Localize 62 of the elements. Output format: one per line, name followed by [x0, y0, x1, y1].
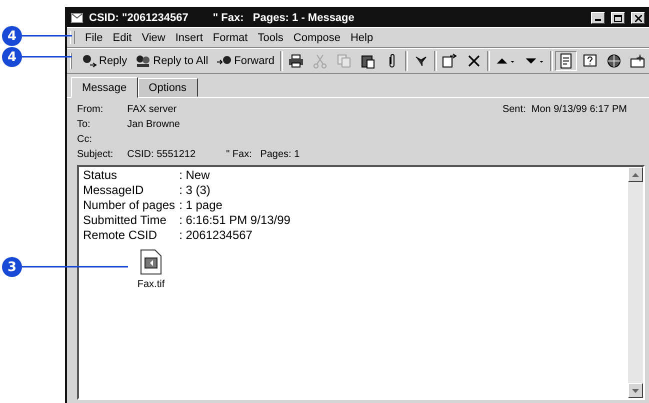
sent-date: Sent: Mon 9/13/99 6:17 PM — [502, 104, 627, 115]
printer-icon — [288, 53, 304, 69]
property-name: Remote CSID — [83, 228, 158, 243]
minimize-button[interactable] — [591, 12, 605, 24]
callout-badge: 4 — [2, 47, 22, 67]
tab[interactable]: Message — [71, 77, 138, 98]
toolbar-button[interactable]: Forward — [213, 51, 278, 71]
down-arrow-icon — [632, 388, 639, 392]
leader-line — [22, 35, 72, 37]
property-name: Submitted Time — [83, 213, 168, 228]
envelope-star-icon — [630, 53, 646, 69]
tab[interactable]: Options — [138, 78, 198, 97]
scroll-down-button[interactable] — [628, 383, 643, 398]
maximize-icon — [614, 14, 622, 22]
leader-line — [22, 56, 72, 58]
property-value: : New — [179, 168, 211, 183]
globe-icon — [606, 53, 622, 69]
toolbar-button[interactable] — [554, 51, 576, 71]
up-arrow-icon — [632, 172, 639, 176]
subject-text: CSID: 5551212 " Fax: Pages: 1 — [127, 149, 301, 160]
menu-item[interactable]: Edit — [108, 30, 136, 44]
toolbar-button[interactable]: Reply to All — [132, 51, 212, 71]
callout-badge: 4 — [2, 26, 22, 46]
document-icon — [558, 53, 574, 69]
property-value: : 6:16:51 PM 9/13/99 — [179, 213, 290, 228]
window-title: CSID: "2061234567 " Fax: Pages: 1 - Message — [89, 12, 356, 24]
callout-badge: 3 — [2, 257, 22, 277]
person-arrow-icon — [81, 53, 97, 69]
people-icon — [135, 53, 152, 69]
menu-item[interactable]: File — [81, 30, 107, 44]
help-icon — [582, 53, 598, 69]
file-icon[interactable] — [140, 249, 162, 275]
close-button[interactable] — [631, 12, 645, 24]
field-label: From: — [77, 104, 104, 115]
scissors-icon — [312, 53, 328, 69]
sender-name: FAX server — [127, 104, 178, 115]
scroll-up-button[interactable] — [628, 167, 643, 182]
menu-item[interactable]: Help — [346, 30, 378, 44]
property-value: : 1 page — [179, 198, 224, 213]
menu-item[interactable]: Format — [208, 30, 252, 44]
close-icon — [634, 14, 642, 22]
menu-item[interactable]: Tools — [254, 30, 288, 44]
property-name: MessageID — [83, 183, 145, 198]
property-name: Status — [83, 168, 118, 183]
file-name: Fax.tif — [137, 279, 165, 290]
folder-arrow-icon — [442, 53, 458, 69]
envelope-icon — [71, 13, 83, 23]
property-value: : 3 (3) — [179, 183, 212, 198]
delete-icon — [466, 53, 482, 69]
menu-item[interactable]: Compose — [289, 30, 344, 44]
field-label: To: — [77, 119, 92, 130]
toolbar-button[interactable]: Reply — [78, 51, 130, 71]
menu-item[interactable]: Insert — [171, 30, 207, 44]
property-name: Number of pages — [83, 198, 176, 213]
field-label: Cc: — [77, 134, 93, 145]
recipient-name: Jan Browne — [127, 119, 181, 130]
field-label: Subject: — [77, 149, 114, 160]
property-value: : 2061234567 — [179, 228, 254, 243]
clipboard-icon — [360, 53, 376, 69]
copy-icon — [336, 53, 352, 69]
maximize-button[interactable] — [611, 12, 625, 24]
menu-item[interactable]: View — [138, 30, 170, 44]
